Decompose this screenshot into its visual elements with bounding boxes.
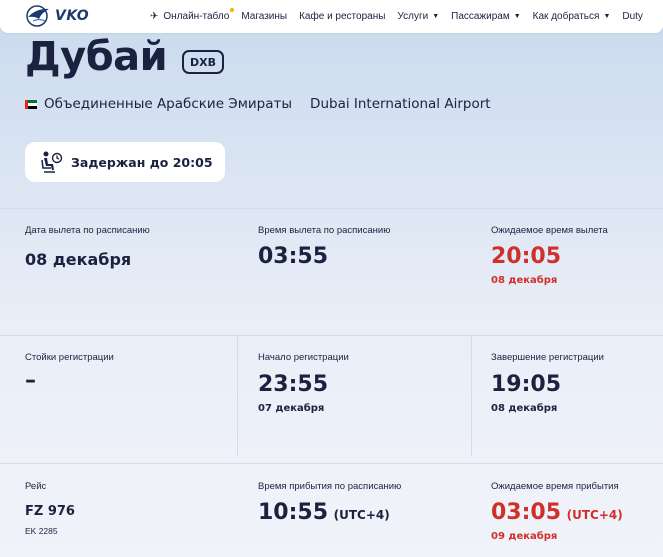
expected-arrival-timezone: (UTC+4) [566,508,623,522]
flight-status-badge: Задержан до 20:05 [25,142,225,182]
uae-flag-icon [25,99,37,109]
checkin-end-time: 19:05 [491,372,562,397]
plane-icon: ✈ [150,11,159,22]
nav-online-board[interactable]: ✈ Онлайн-табло [150,8,235,22]
arrival-time: 10:55 [258,500,329,525]
checkin-end-label: Завершение регистрации [491,352,604,363]
chevron-down-icon: ▼ [513,13,521,20]
logo-text: VKO [55,8,90,24]
column-separator [237,336,238,456]
departure-date-label: Дата вылета по расписанию [25,225,150,236]
checkin-desks-label: Стойки регистрации [25,352,114,363]
country-row: Объединенные Арабские Эмираты Dubai Inte… [25,96,491,112]
checkin-start-date: 07 декабря [258,403,325,414]
flight-label: Рейс [25,481,47,492]
checkin-start-time: 23:55 [258,372,329,397]
column-separator [471,336,472,456]
departure-time-label: Время вылета по расписанию [258,225,391,236]
arrival-timezone: (UTC+4) [333,508,390,522]
city-title: Дубай [25,34,168,80]
waiting-passenger-icon [41,151,63,173]
notification-dot [230,8,235,12]
nav-services[interactable]: Услуги ▼ [397,11,439,22]
divider [0,463,663,464]
airport-name: Dubai International Airport [310,96,491,112]
chevron-down-icon: ▼ [603,13,611,20]
expected-departure-time: 20:05 [491,244,562,269]
nav-online-board-label: Онлайн-табло [163,11,230,22]
nav-directions-label: Как добраться [532,11,600,22]
status-text: Задержан до 20:05 [71,154,213,170]
nav-cafes-label: Кафе и рестораны [299,11,386,22]
checkin-desks-value: – [25,368,36,393]
expected-arrival-row: 03:05 (UTC+4) [491,500,623,525]
departure-date-value: 08 декабря [25,250,132,269]
arrival-label: Время прибытия по расписанию [258,481,402,492]
nav-cafes[interactable]: Кафе и рестораны [299,11,385,22]
flight-number: FZ 976 [25,504,75,519]
checkin-start-label: Начало регистрации [258,352,349,363]
bird-logo-icon [26,5,49,27]
nav-directions[interactable]: Как добраться ▼ [533,11,611,22]
divider [0,335,663,336]
expected-arrival-time: 03:05 [491,500,562,525]
chevron-down-icon: ▼ [432,13,440,20]
expected-arrival-date: 09 декабря [491,531,558,542]
expected-arrival-label: Ожидаемое время прибытия [491,481,619,492]
nav-services-label: Услуги [397,11,429,22]
nav-shops-label: Магазины [241,11,288,22]
checkin-end-date: 08 декабря [491,403,558,414]
airport-code-badge: DXB [182,50,224,74]
nav-passengers[interactable]: Пассажирам ▼ [451,11,521,22]
divider [0,208,663,209]
arrival-time-row: 10:55 (UTC+4) [258,500,390,525]
nav-shops[interactable]: Магазины [241,11,287,22]
nav-passengers-label: Пассажирам [451,11,510,22]
top-header: VKO ✈ Онлайн-табло Магазины Кафе и ресто… [0,0,663,33]
codeshare-flight: EK 2285 [25,526,58,536]
nav-duty-free[interactable]: Duty [622,11,643,22]
main-nav: ✈ Онлайн-табло Магазины Кафе и рестораны… [150,0,655,33]
expected-departure-label: Ожидаемое время вылета [491,225,608,236]
vko-logo[interactable]: VKO [25,4,89,28]
departure-time-value: 03:55 [258,244,329,269]
expected-departure-date: 08 декабря [491,275,558,286]
country-name: Объединенные Арабские Эмираты [44,96,293,112]
nav-duty-free-label: Duty [622,11,643,22]
